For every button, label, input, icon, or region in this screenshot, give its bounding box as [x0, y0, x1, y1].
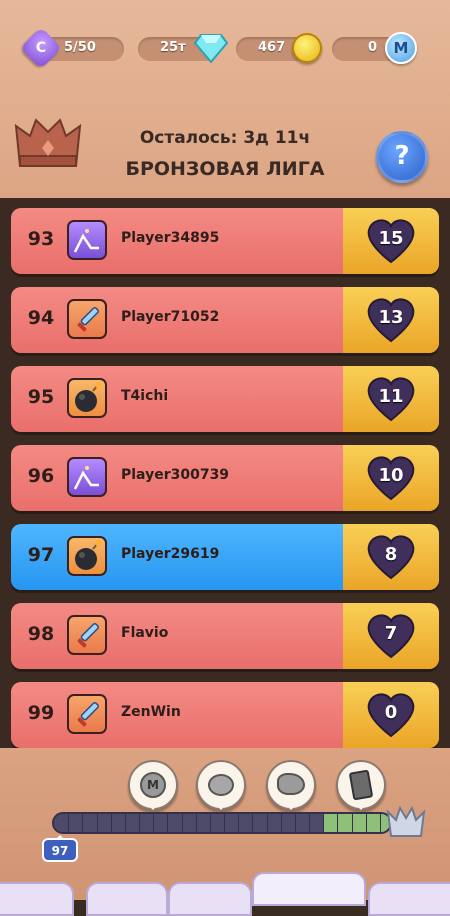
score-value: 11 [378, 386, 404, 407]
silver-coins-icon [208, 774, 234, 796]
m-token-icon: M [385, 32, 417, 64]
progress-segment-divider [110, 814, 112, 832]
bottom-tab-1[interactable] [0, 882, 74, 916]
score-value: 8 [384, 544, 398, 565]
league-progress-bar [52, 812, 392, 834]
progress-segment-divider [365, 814, 367, 832]
gems-value: 25т [160, 40, 186, 55]
player-name: Player34895 [121, 230, 220, 246]
rank-number: 93 [27, 228, 55, 250]
leaderboard-row[interactable]: 98 Flavio 7 [11, 603, 439, 669]
energy-value: 5/50 [64, 40, 96, 55]
rank-number: 97 [27, 544, 55, 566]
diamond-icon [193, 33, 229, 64]
score-value: 10 [378, 465, 404, 486]
m-token-stack-icon: M [140, 772, 166, 798]
score-value: 13 [378, 307, 404, 328]
rank-number: 96 [27, 465, 55, 487]
leaderboard-row[interactable]: 95 T4ichi 11 [11, 366, 439, 432]
progress-segment-divider [280, 814, 282, 832]
progress-segment-divider [351, 814, 353, 832]
reward-silver-coins[interactable] [196, 760, 246, 810]
progress-segment-divider [68, 814, 70, 832]
player-name: Flavio [121, 625, 169, 641]
player-name: ZenWin [121, 704, 181, 720]
help-button[interactable]: ? [376, 131, 428, 183]
progress-segment-divider [252, 814, 254, 832]
bottom-tab-2[interactable] [86, 882, 168, 916]
card-pack-icon [348, 769, 374, 801]
player-name: Player300739 [121, 467, 230, 483]
leaderboard-row[interactable]: 93 Player34895 15 [11, 208, 439, 274]
player-name: Player71052 [121, 309, 220, 325]
current-rank-marker: 97 [42, 835, 78, 862]
ore-icon [277, 773, 305, 795]
m-token-value: 0 [368, 40, 378, 55]
score-value: 15 [378, 228, 404, 249]
bomb-icon [67, 378, 107, 418]
crossbow-icon [67, 457, 107, 497]
score-value: 7 [384, 623, 398, 644]
gold-coin-icon [292, 33, 322, 63]
score-value: 0 [384, 702, 398, 723]
leaderboard-row[interactable]: 96 Player300739 10 [11, 445, 439, 511]
sword-icon [67, 615, 107, 655]
bottom-tab-league[interactable] [252, 872, 366, 906]
sword-icon [67, 299, 107, 339]
reward-card-pack[interactable] [336, 760, 386, 810]
progress-segment-divider [195, 814, 197, 832]
progress-segment-divider [124, 814, 126, 832]
bomb-icon [67, 536, 107, 576]
rank-number: 99 [27, 702, 55, 724]
progress-segment-divider [82, 814, 84, 832]
progress-segment-divider [294, 814, 296, 832]
progress-segment-divider [238, 814, 240, 832]
crossbow-icon [67, 220, 107, 260]
progress-segment-divider [96, 814, 98, 832]
sword-icon [67, 694, 107, 734]
silver-crown-icon [386, 805, 426, 840]
progress-segment-divider [167, 814, 169, 832]
progress-segment-divider [323, 814, 325, 832]
leaderboard-row[interactable]: 94 Player71052 13 [11, 287, 439, 353]
league-header: 5/50 C 25т 467 0 M Осталось: 3д 11ч БРОН… [0, 0, 450, 200]
player-name: T4ichi [121, 388, 169, 404]
coins-value: 467 [258, 40, 286, 55]
progress-segment-divider [309, 814, 310, 832]
progress-segment-divider [153, 814, 155, 832]
progress-fill [54, 814, 323, 832]
progress-segment-divider [209, 814, 211, 832]
bottom-tab-5[interactable] [368, 882, 450, 916]
reward-m-token-stack[interactable]: M [128, 760, 178, 810]
progress-segment-divider [337, 814, 339, 832]
c-token-icon: C [19, 26, 63, 70]
progress-segment-divider [379, 814, 381, 832]
progress-segment-divider [266, 814, 268, 832]
progress-segment-divider [139, 814, 140, 832]
bottom-tab-3[interactable] [168, 882, 252, 916]
progress-segment-divider [181, 814, 183, 832]
leaderboard-row[interactable]: 99 ZenWin 0 [11, 682, 439, 748]
leaderboard-list[interactable]: 93 Player34895 15 94 Player71052 13 95 T4ichi 11… [0, 198, 450, 748]
progress-segment-divider [224, 814, 225, 832]
player-name: Player29619 [121, 546, 220, 562]
rank-number: 94 [27, 307, 55, 329]
rank-number: 95 [27, 386, 55, 408]
reward-ore[interactable] [266, 760, 316, 810]
leaderboard-row-current-player[interactable]: 97 Player29619 8 [11, 524, 439, 590]
rank-number: 98 [27, 623, 55, 645]
